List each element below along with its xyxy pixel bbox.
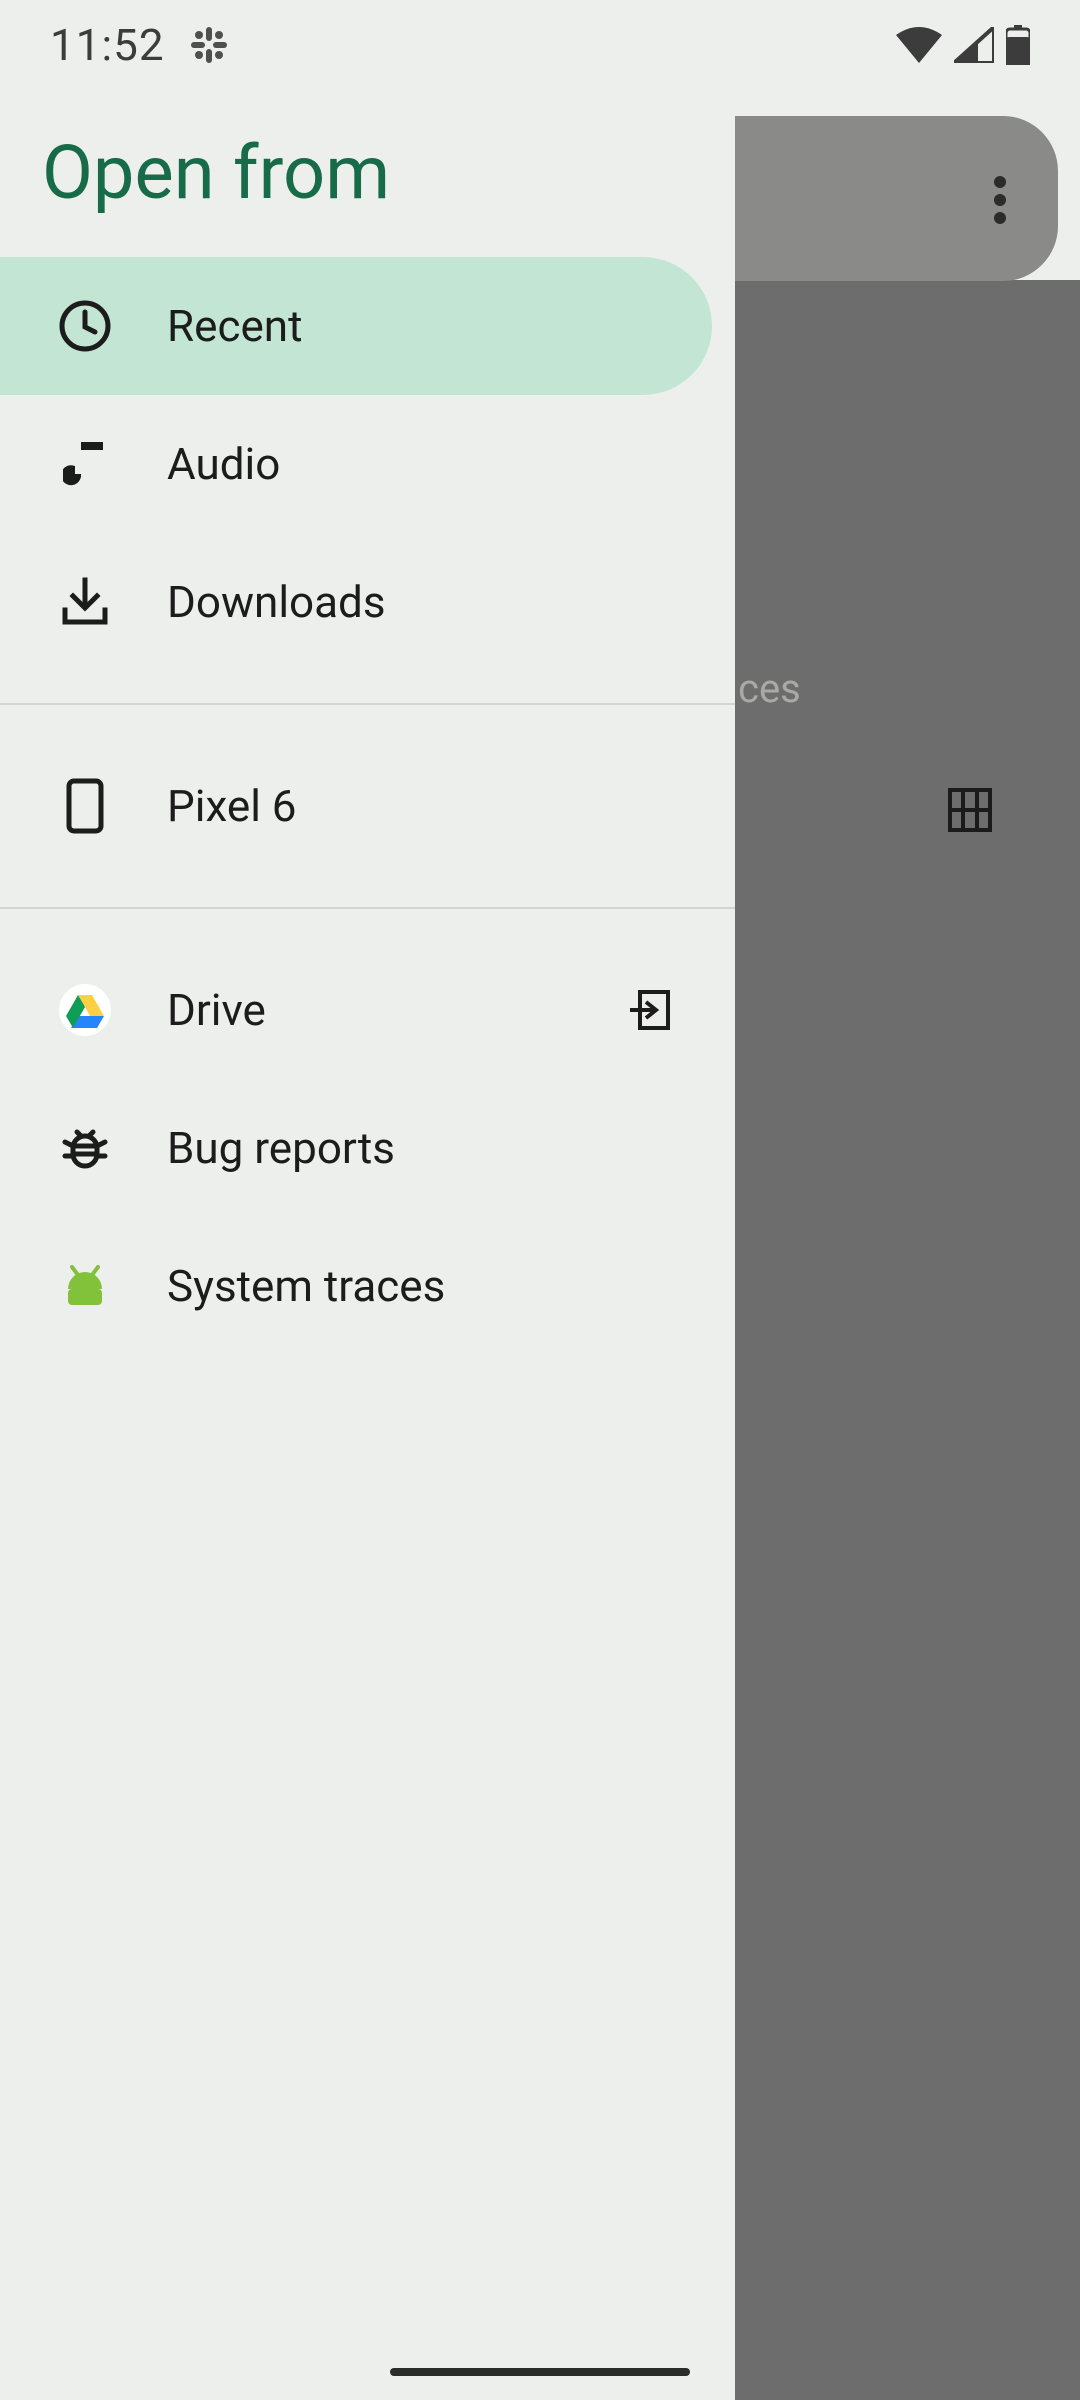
bug-icon [55, 1118, 115, 1178]
dimmed-partial-text: ces [738, 665, 801, 712]
status-time: 11:52 [50, 19, 165, 71]
battery-icon [1006, 25, 1030, 65]
drawer-item-bugreports[interactable]: Bug reports [0, 1079, 735, 1217]
drawer-item-label: Pixel 6 [167, 780, 705, 832]
drawer-item-label: Drive [167, 984, 625, 1036]
cellular-signal-icon [954, 27, 994, 63]
drawer-item-label: Bug reports [167, 1122, 705, 1174]
drawer-item-audio[interactable]: Audio [0, 395, 735, 533]
sign-in-icon[interactable] [625, 985, 675, 1035]
drawer-item-recent[interactable]: Recent [0, 257, 712, 395]
drawer-divider [0, 907, 735, 909]
drawer-item-label: Audio [167, 438, 705, 490]
drawer-item-label: Downloads [167, 576, 705, 628]
audio-icon [55, 434, 115, 494]
drawer-item-drive[interactable]: Drive [0, 941, 735, 1079]
dimmed-content-area [735, 280, 1080, 2400]
clock-icon [55, 296, 115, 356]
navigation-handle[interactable] [390, 2368, 690, 2376]
drawer-item-downloads[interactable]: Downloads [0, 533, 735, 671]
status-bar: 11:52 [0, 0, 1080, 90]
drawer-item-label: Recent [167, 300, 682, 352]
drawer-item-systemtraces[interactable]: System traces [0, 1217, 735, 1355]
open-from-drawer: Open from Recent Audio [0, 0, 735, 2400]
grid-view-button[interactable] [940, 780, 1000, 840]
download-icon [55, 572, 115, 632]
drive-icon [55, 980, 115, 1040]
phone-icon [55, 776, 115, 836]
drawer-list: Recent Audio Downloads [0, 257, 735, 1355]
android-icon [55, 1256, 115, 1316]
wifi-icon [896, 27, 942, 63]
drawer-item-pixel6[interactable]: Pixel 6 [0, 737, 735, 875]
drawer-divider [0, 703, 735, 705]
more-options-button[interactable] [970, 170, 1030, 230]
drawer-item-label: System traces [167, 1260, 705, 1312]
slack-notification-icon [189, 25, 229, 65]
